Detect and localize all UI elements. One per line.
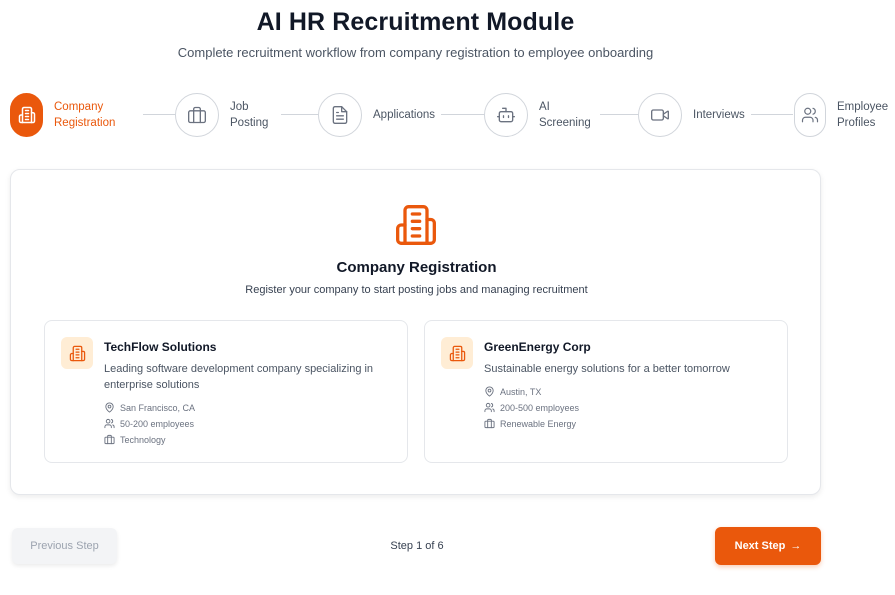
step-label: Job Posting (230, 101, 269, 129)
size-text: 200-500 employees (500, 402, 580, 413)
company-name: TechFlow Solutions (104, 340, 217, 354)
step-interviews[interactable]: Interviews (638, 93, 745, 137)
section-subtitle: Register your company to start posting j… (245, 284, 588, 296)
company-description: Leading software development company spe… (104, 363, 374, 391)
company-card[interactable]: TechFlow Solutions Leading software deve… (44, 320, 408, 463)
progress-stepper: Company Registration Job Posting Applica… (10, 93, 895, 139)
step-label: Applications (373, 109, 436, 121)
step-connector (600, 114, 638, 115)
step-label: Company Registration (54, 101, 116, 129)
page-subtitle: Complete recruitment workflow from compa… (177, 45, 654, 60)
step-connector (281, 114, 318, 115)
bot-icon (484, 93, 528, 137)
step-connector (751, 114, 793, 115)
step-connector (143, 114, 175, 115)
step-label: Interviews (693, 109, 745, 121)
company-size: 50-200 employees (104, 418, 194, 429)
step-job-posting[interactable]: Job Posting (175, 93, 268, 137)
video-icon (638, 93, 682, 137)
users-icon (104, 418, 115, 429)
map-pin-icon (105, 402, 114, 413)
map-pin-icon (485, 386, 494, 397)
location-text: San Francisco, CA (120, 402, 196, 413)
industry-text: Renewable Energy (500, 418, 577, 429)
company-description: Sustainable energy solutions for a bette… (484, 363, 730, 375)
next-step-label: Next Step (734, 540, 786, 552)
building-icon (10, 93, 43, 137)
company-card[interactable]: GreenEnergy Corp Sustainable energy solu… (424, 320, 788, 463)
company-registration-card: Company Registration Register your compa… (10, 169, 821, 495)
previous-step-button[interactable]: Previous Step (12, 528, 117, 564)
briefcase-icon (175, 93, 219, 137)
company-location: Austin, TX (484, 386, 541, 397)
building-icon (394, 203, 438, 247)
briefcase-icon (484, 418, 495, 429)
company-industry: Technology (104, 434, 166, 445)
step-company-registration[interactable]: Company Registration (10, 93, 115, 137)
document-icon (318, 93, 362, 137)
arrow-right-icon: → (790, 540, 802, 552)
location-text: Austin, TX (500, 386, 542, 397)
company-size: 200-500 employees (484, 402, 579, 413)
company-location: San Francisco, CA (104, 402, 195, 413)
step-employee-profiles[interactable]: Employee Profiles (794, 93, 888, 137)
company-name: GreenEnergy Corp (484, 340, 591, 354)
step-counter: Step 1 of 6 (390, 540, 444, 552)
building-icon (441, 337, 473, 369)
building-icon (61, 337, 93, 369)
industry-text: Technology (120, 434, 166, 445)
step-applications[interactable]: Applications (318, 93, 435, 137)
page-title: AI HR Recruitment Module (256, 8, 575, 36)
users-icon (484, 402, 495, 413)
next-step-button[interactable]: Next Step → (715, 527, 821, 565)
size-text: 50-200 employees (120, 418, 195, 429)
step-ai-screening[interactable]: AI Screening (484, 93, 591, 137)
users-icon (794, 93, 826, 137)
step-connector (441, 114, 484, 115)
step-label: Employee Profiles (837, 101, 889, 129)
briefcase-icon (104, 434, 115, 445)
section-title: Company Registration (336, 259, 497, 276)
company-industry: Renewable Energy (484, 418, 576, 429)
step-label: AI Screening (539, 101, 591, 129)
